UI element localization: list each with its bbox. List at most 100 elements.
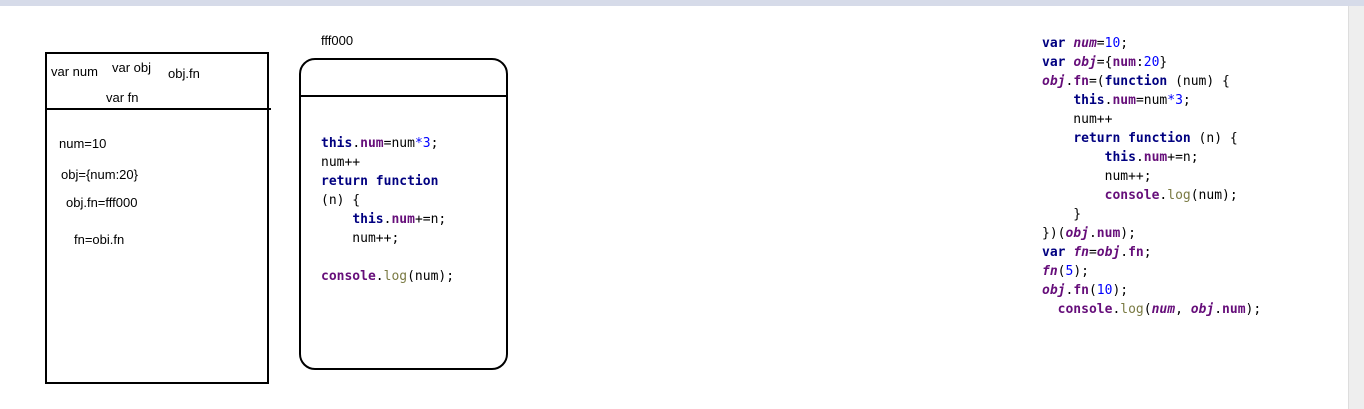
code-token: var xyxy=(1042,36,1074,51)
code-line: return function xyxy=(321,172,454,191)
code-line: num++; xyxy=(1042,167,1261,186)
code-token: var xyxy=(1042,55,1074,70)
code-token: fn xyxy=(1042,264,1058,279)
scope-header-var-obj: var obj xyxy=(112,60,152,75)
code-token: function xyxy=(1104,74,1168,89)
code-line: console.log(num); xyxy=(321,267,454,286)
code-token: ; xyxy=(1120,36,1129,51)
code-token: num++ xyxy=(321,155,361,170)
code-line: var fn=obj.fn; xyxy=(1042,243,1261,262)
code-token: })( xyxy=(1042,226,1066,241)
code-token: ); xyxy=(1112,283,1129,298)
code-token: obj xyxy=(1073,55,1097,70)
heap-function-body: this.num=num*3; num++ return function (n) {… xyxy=(321,134,454,286)
code-token: console xyxy=(1104,188,1160,203)
code-token: num xyxy=(1073,36,1097,51)
code-token: fn xyxy=(1073,245,1089,260)
code-token: log xyxy=(383,269,408,284)
code-token: } xyxy=(1159,55,1168,70)
code-token: } xyxy=(1042,207,1082,222)
scope-value-obj: obj={num:20} xyxy=(61,167,138,182)
code-token: log xyxy=(1120,302,1144,317)
code-token: ( xyxy=(1088,283,1097,298)
code-line: var obj={num:20} xyxy=(1042,53,1261,72)
code-token: =num xyxy=(383,136,415,151)
code-token: : xyxy=(1135,55,1144,70)
scope-header-var-fn: var fn xyxy=(106,90,139,105)
code-token: ; xyxy=(1182,93,1191,108)
code-token: 10 xyxy=(1104,36,1121,51)
code-token: obj xyxy=(1042,74,1066,89)
code-line: obj.fn=(function (num) { xyxy=(1042,72,1261,91)
code-token: . xyxy=(1088,226,1097,241)
code-token: . xyxy=(375,269,384,284)
code-token: . xyxy=(1214,302,1223,317)
heap-divider xyxy=(299,95,508,97)
code-token: *3 xyxy=(1167,93,1183,108)
code-token: num xyxy=(1151,302,1176,317)
code-line: var num=10; xyxy=(1042,34,1261,53)
code-token: (num); xyxy=(1190,188,1238,203)
code-line: fn(5); xyxy=(1042,262,1261,281)
scope-value-fn: fn=obi.fn xyxy=(74,232,125,247)
code-token: (num) { xyxy=(1167,74,1230,89)
code-line: this.num+=n; xyxy=(1042,148,1261,167)
code-token: . xyxy=(1120,245,1129,260)
code-line: (n) { xyxy=(321,191,454,210)
code-token: num xyxy=(1096,226,1121,241)
scope-divider xyxy=(45,108,271,110)
code-line: console.log(num, obj.num); xyxy=(1042,300,1262,319)
code-token: this xyxy=(321,136,353,151)
code-token: =num xyxy=(1135,93,1168,108)
code-token: ); xyxy=(1120,226,1136,241)
code-token: obj xyxy=(1096,245,1121,260)
code-token: this xyxy=(352,212,384,227)
code-token: num xyxy=(1222,302,1246,317)
code-token: num xyxy=(1143,150,1168,165)
code-line: num++; xyxy=(321,229,454,248)
code-token: num xyxy=(1112,55,1136,70)
code-token: (num); xyxy=(407,269,455,284)
heap-address-label: fff000 xyxy=(321,33,354,48)
scope-value-obj-fn: obj.fn=fff000 xyxy=(66,195,138,210)
code-token: fn xyxy=(1073,74,1089,89)
scope-value-num: num=10 xyxy=(59,136,107,151)
code-token: return function xyxy=(1073,131,1191,146)
code-token: obj xyxy=(1042,283,1066,298)
code-line: } xyxy=(1042,205,1261,224)
code-token: 20 xyxy=(1143,55,1160,70)
vertical-scrollbar[interactable] xyxy=(1348,6,1364,409)
code-line: num++ xyxy=(321,153,454,172)
code-token: ); xyxy=(1245,302,1262,317)
code-line: this.num+=n; xyxy=(321,210,454,229)
code-token: num xyxy=(391,212,415,227)
code-line: num++ xyxy=(1042,110,1261,129)
scope-box xyxy=(45,52,269,384)
code-token: ); xyxy=(1073,264,1089,279)
code-token: num++ xyxy=(1042,112,1113,127)
source-code-listing: var num=10; var obj={num:20} obj.fn=(funct… xyxy=(1042,34,1261,319)
code-token: fn xyxy=(1073,283,1089,298)
code-token: = xyxy=(1088,245,1097,260)
code-token: var xyxy=(1042,245,1074,260)
scope-header-obj-fn: obj.fn xyxy=(168,66,200,81)
code-line: this.num=num*3; xyxy=(321,134,454,153)
code-line: this.num=num*3; xyxy=(1042,91,1261,110)
scope-header-var-num: var num xyxy=(51,64,98,79)
code-token: *3 xyxy=(414,136,431,151)
code-token: fn xyxy=(1128,245,1144,260)
code-line: obj.fn(10); xyxy=(1042,281,1261,300)
code-token: num++; xyxy=(1042,169,1152,184)
code-token: (n) { xyxy=(321,193,361,208)
code-token: ={ xyxy=(1096,55,1113,70)
code-token: . xyxy=(352,136,361,151)
code-token: num xyxy=(1112,93,1136,108)
code-token: , xyxy=(1175,302,1191,317)
code-token: (n) { xyxy=(1190,131,1238,146)
code-token: log xyxy=(1167,188,1191,203)
